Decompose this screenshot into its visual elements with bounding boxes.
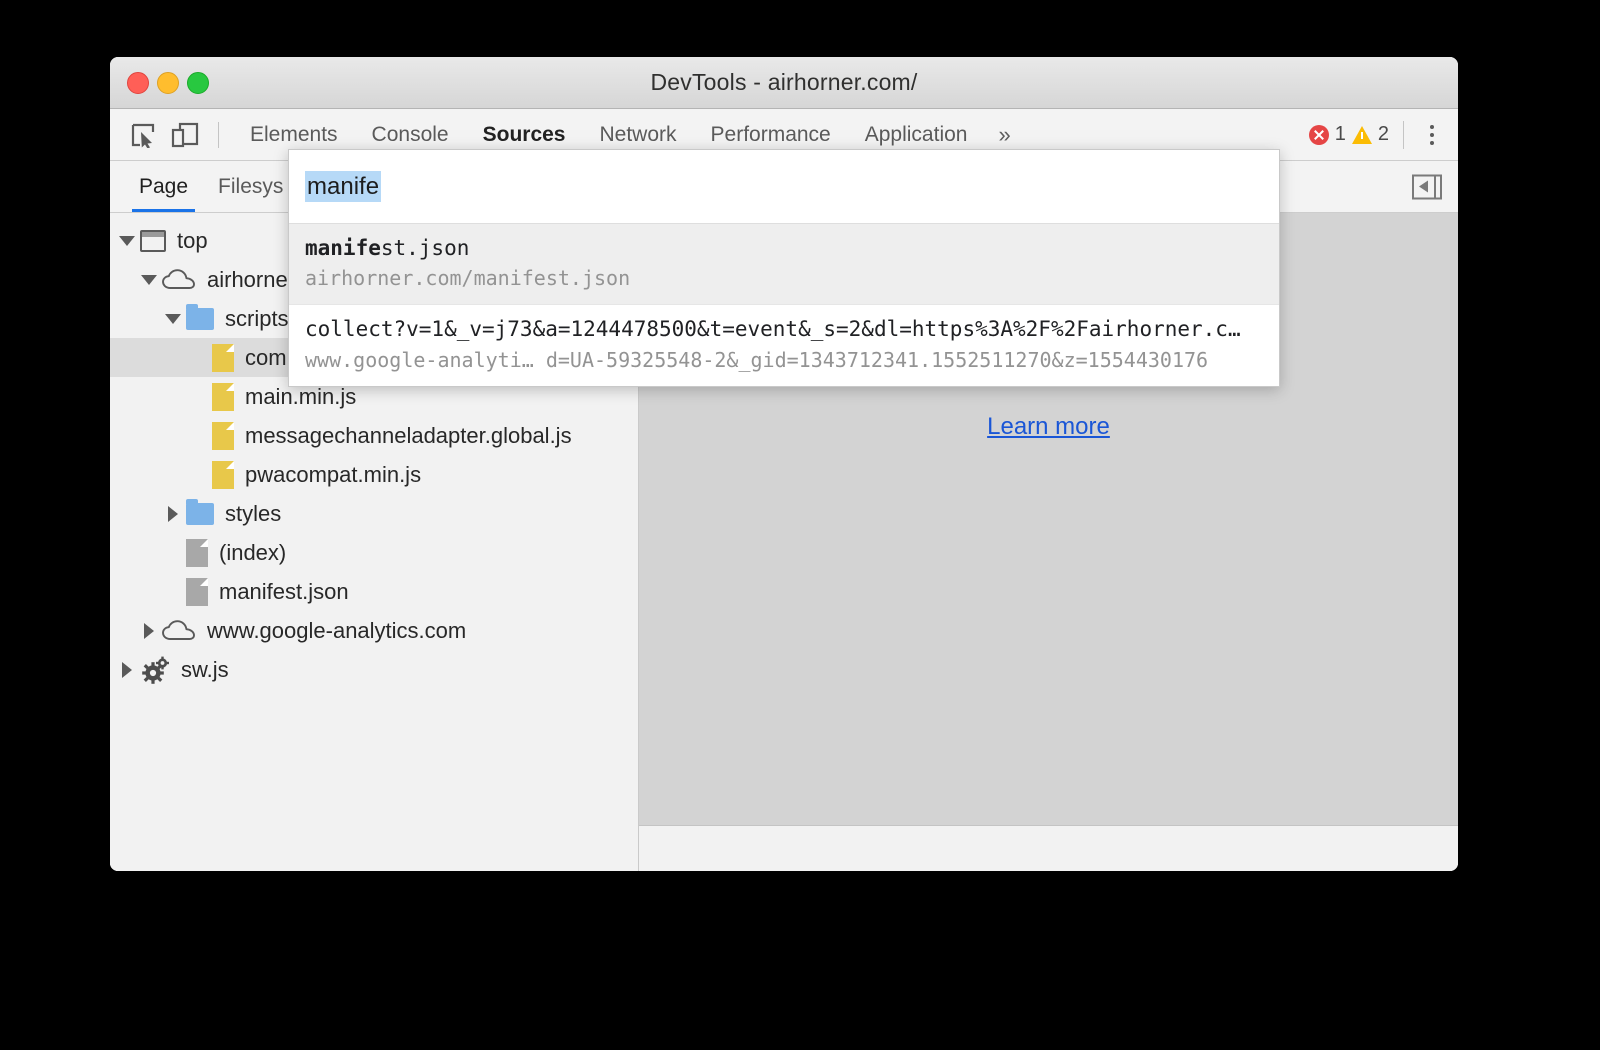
error-icon <box>1308 124 1329 145</box>
warning-count: 2 <box>1377 123 1389 145</box>
tree-item-pwacompat[interactable]: pwacompat.min.js <box>110 455 638 494</box>
chevron-right-icon[interactable] <box>160 505 186 522</box>
tree-item-label: www.google-analytics.com <box>207 617 467 643</box>
chevron-down-icon[interactable] <box>114 235 140 246</box>
warning-counter[interactable]: 2 <box>1351 123 1389 146</box>
sidebar-item-filesystem[interactable]: Filesys <box>203 161 298 212</box>
gear-icon <box>140 656 170 684</box>
minimize-window-button[interactable] <box>157 71 179 94</box>
tree-item-index[interactable]: (index) <box>110 533 638 572</box>
devtools-window: DevTools - airhorner.com/ Elements Conso… <box>110 57 1458 871</box>
title-bar: DevTools - airhorner.com/ <box>110 57 1458 109</box>
quick-open-input[interactable]: manife <box>305 170 382 203</box>
device-toolbar-icon[interactable] <box>168 118 202 152</box>
folder-icon <box>186 498 214 525</box>
tree-item-manifest-json[interactable]: manifest.json <box>110 572 638 611</box>
quick-open-result-subtitle: www.google-analyti… d=UA-59325548-2&_gid… <box>305 347 1209 372</box>
chevron-right-icon[interactable] <box>114 661 140 678</box>
quick-open-input-row[interactable]: manife <box>289 150 1279 224</box>
doc-file-icon <box>186 538 208 567</box>
tree-item-label: styles <box>225 500 282 526</box>
window-controls <box>127 71 209 94</box>
chevron-down-icon[interactable] <box>136 274 162 285</box>
kebab-menu-icon[interactable] <box>1416 118 1448 152</box>
quick-open-dialog: manife manifest.json airhorner.com/manif… <box>288 149 1280 387</box>
quick-open-result-collect[interactable]: collect?v=1&_v=j73&a=1244478500&t=event&… <box>289 305 1279 385</box>
tree-item-label: airhorne <box>207 266 288 292</box>
quick-open-result-subtitle: airhorner.com/manifest.json <box>305 266 631 291</box>
inspect-element-icon[interactable] <box>126 118 160 152</box>
toolbar-divider-right <box>1403 120 1404 149</box>
js-file-icon <box>212 460 234 489</box>
error-count: 1 <box>1334 123 1346 145</box>
learn-more-link[interactable]: Learn more <box>987 413 1110 441</box>
tree-item-label: (index) <box>219 539 287 565</box>
tree-item-google-analytics[interactable]: www.google-analytics.com <box>110 611 638 650</box>
tree-item-label: scripts <box>225 305 289 331</box>
quick-open-result-title: collect?v=1&_v=j73&a=1244478500&t=event&… <box>305 317 1241 342</box>
quick-open-result-title: manifest.json <box>305 234 1263 262</box>
error-counter[interactable]: 1 <box>1308 123 1346 146</box>
chevron-right-icon[interactable] <box>136 622 162 639</box>
editor-footer <box>639 825 1458 871</box>
tree-item-label: messagechanneladapter.global.js <box>245 422 572 448</box>
tree-item-messagechanneladapter[interactable]: messagechanneladapter.global.js <box>110 416 638 455</box>
tree-item-sw-js[interactable]: sw.js <box>110 650 638 689</box>
tree-item-label: manifest.json <box>219 578 349 604</box>
zoom-window-button[interactable] <box>187 71 209 94</box>
cloud-icon <box>162 268 196 291</box>
screen: DevTools - airhorner.com/ Elements Conso… <box>0 0 1600 1050</box>
close-window-button[interactable] <box>127 71 149 94</box>
tree-item-label: sw.js <box>181 656 229 682</box>
frame-icon <box>140 229 166 252</box>
tree-item-label: main.min.js <box>245 383 357 409</box>
quick-open-result-manifest[interactable]: manifest.json airhorner.com/manifest.jso… <box>289 224 1279 306</box>
quick-open-match: manife <box>305 236 381 260</box>
chevron-down-icon[interactable] <box>160 313 186 324</box>
collapse-sidebar-button[interactable] <box>1412 174 1442 199</box>
toolbar-divider <box>218 121 219 148</box>
tree-item-styles[interactable]: styles <box>110 494 638 533</box>
doc-file-icon <box>186 577 208 606</box>
tree-item-label: pwacompat.min.js <box>245 461 422 487</box>
warning-icon <box>1351 125 1372 144</box>
js-file-icon <box>212 421 234 450</box>
cloud-icon <box>162 619 196 642</box>
js-file-icon <box>212 343 234 372</box>
js-file-icon <box>212 382 234 411</box>
quick-open-rest: st.json <box>380 236 470 260</box>
folder-icon <box>186 303 214 330</box>
window-title: DevTools - airhorner.com/ <box>650 69 918 95</box>
tab-bar-right: 1 2 <box>1308 109 1448 160</box>
collapse-sidebar-icon <box>1412 174 1442 199</box>
sidebar-item-page[interactable]: Page <box>124 161 203 212</box>
tree-item-label: top <box>177 227 208 253</box>
